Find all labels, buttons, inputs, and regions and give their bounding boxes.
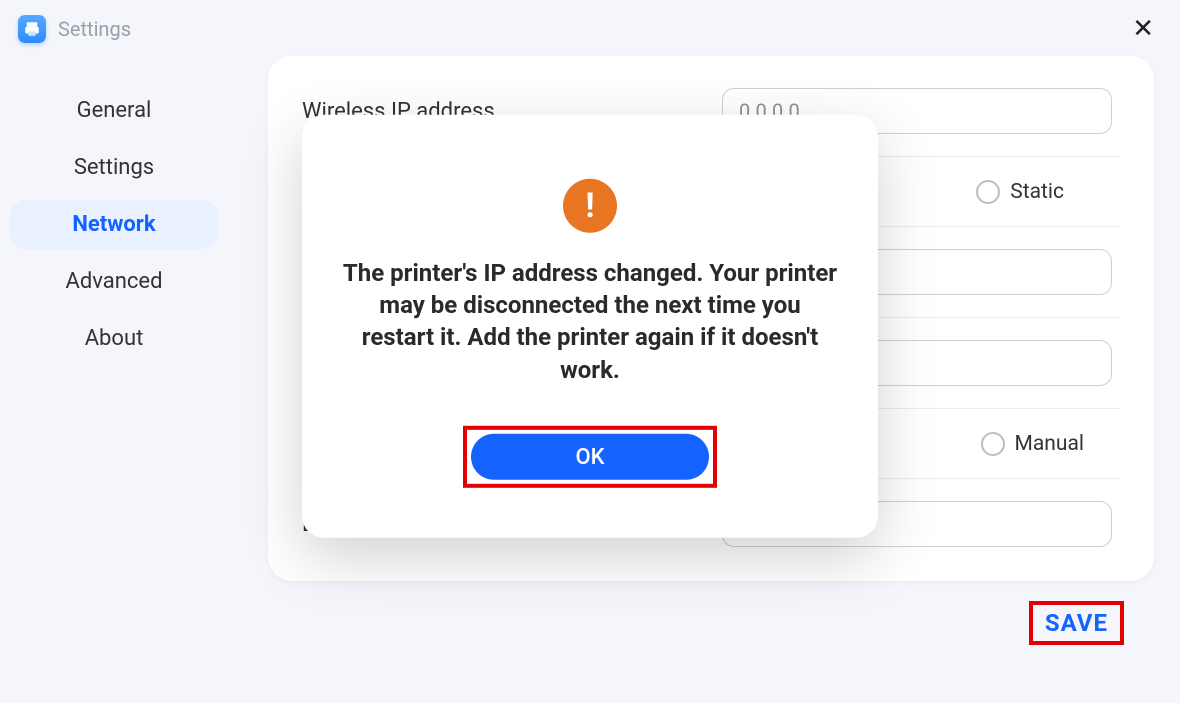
dialog-message: The printer's IP address changed. Your p…	[342, 256, 838, 386]
radio-manual[interactable]: Manual	[981, 432, 1084, 456]
sidebar-item-advanced[interactable]: Advanced	[10, 257, 218, 306]
save-button[interactable]: SAVE	[1031, 603, 1122, 643]
sidebar-item-network[interactable]: Network	[10, 200, 218, 249]
sidebar-item-label: Settings	[74, 155, 154, 180]
ok-highlight: OK	[463, 426, 717, 488]
radio-circle-icon	[981, 432, 1005, 456]
sidebar-item-label: Network	[72, 212, 155, 237]
app-icon	[18, 15, 46, 43]
page-title: Settings	[58, 17, 131, 41]
sidebar-item-label: General	[77, 98, 152, 123]
save-highlight: SAVE	[1031, 603, 1122, 643]
save-wrap: SAVE	[268, 581, 1154, 643]
ok-button[interactable]: OK	[471, 434, 709, 480]
header: Settings ✕	[0, 0, 1180, 56]
sidebar-item-label: About	[85, 326, 144, 351]
sidebar-item-general[interactable]: General	[10, 86, 218, 135]
radio-label: Manual	[1015, 432, 1084, 456]
radio-label: Static	[1010, 180, 1064, 204]
radio-circle-icon	[976, 180, 1000, 204]
sidebar-item-settings[interactable]: Settings	[10, 143, 218, 192]
dialog-button-wrap: OK	[342, 426, 838, 488]
ip-changed-dialog: ! The printer's IP address changed. Your…	[302, 114, 878, 538]
sidebar-item-about[interactable]: About	[10, 314, 218, 363]
sidebar: General Settings Network Advanced About	[0, 56, 228, 703]
radio-static[interactable]: Static	[976, 180, 1064, 204]
sidebar-item-label: Advanced	[66, 269, 163, 294]
close-icon[interactable]: ✕	[1126, 12, 1160, 46]
header-left: Settings	[18, 15, 131, 43]
warning-icon: !	[563, 178, 617, 232]
